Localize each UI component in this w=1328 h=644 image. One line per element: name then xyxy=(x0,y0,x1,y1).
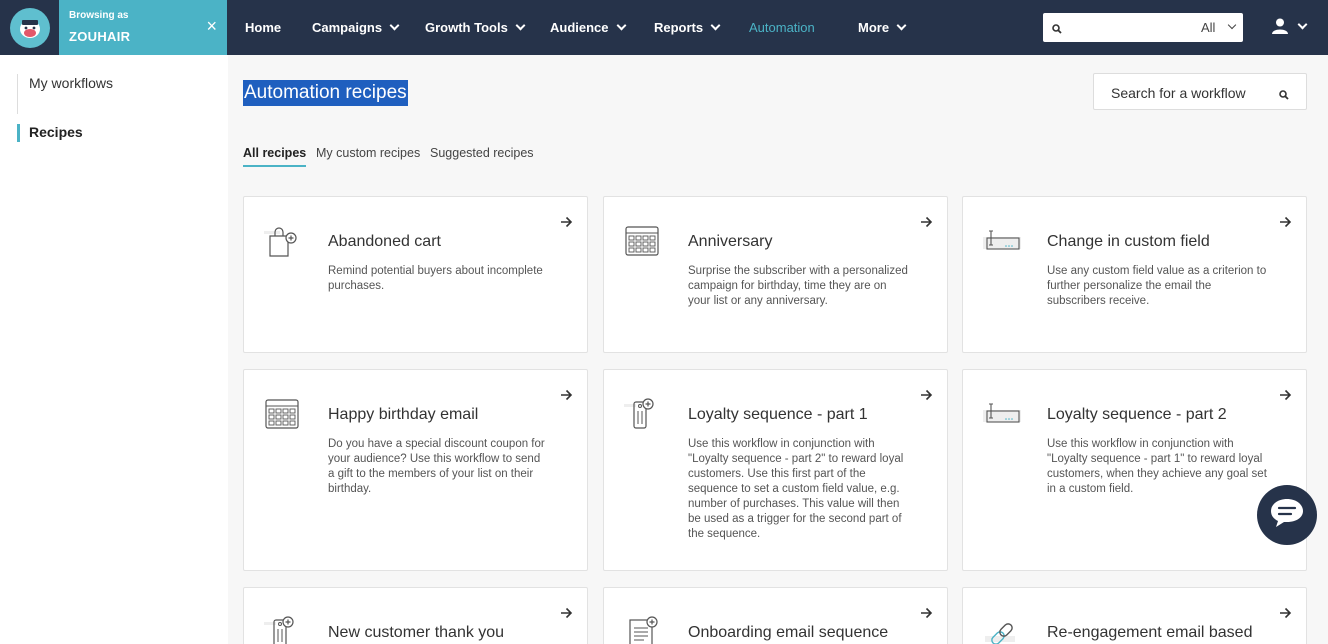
card-title: Change in custom field xyxy=(1047,233,1210,250)
card-title: Re-engagement email based xyxy=(1047,624,1253,641)
card-title: Abandoned cart xyxy=(328,233,441,250)
sidebar-item-label: Recipes xyxy=(29,124,83,140)
custom-field-icon xyxy=(983,223,1023,263)
recipe-card-happy-birthday-email[interactable]: Happy birthday email Do you have a speci… xyxy=(243,369,588,571)
mascot-icon xyxy=(9,7,50,48)
tag-icon xyxy=(264,614,304,644)
document-icon xyxy=(624,614,664,644)
sidebar-item-recipes[interactable]: Recipes xyxy=(17,124,83,142)
card-description: Use this workflow in conjunction with "L… xyxy=(1047,438,1267,495)
nav-campaigns[interactable]: Campaigns xyxy=(312,20,400,35)
card-description: Use any custom field value as a criterio… xyxy=(1047,265,1267,307)
search-scope-select[interactable]: All xyxy=(1201,20,1215,35)
global-search-input[interactable] xyxy=(1067,17,1187,37)
global-search: All xyxy=(1043,13,1243,42)
tag-icon xyxy=(624,396,664,436)
tab-suggested-recipes[interactable]: Suggested recipes xyxy=(430,146,534,167)
browsing-label: Browsing as xyxy=(69,10,129,21)
chevron-down-icon xyxy=(389,20,400,31)
card-description: Surprise the subscriber with a personali… xyxy=(688,265,908,307)
arrow-right-icon[interactable] xyxy=(920,388,933,406)
shopping-bag-icon xyxy=(264,223,304,263)
arrow-right-icon[interactable] xyxy=(1279,606,1292,624)
top-navigation-bar: Browsing as ZOUHAIR × Home Campaigns Gro… xyxy=(0,0,1328,55)
nav-reports[interactable]: Reports xyxy=(654,20,721,35)
chevron-down-icon xyxy=(896,20,907,31)
recipe-card-anniversary[interactable]: Anniversary Surprise the subscriber with… xyxy=(603,196,948,353)
nav-growth-tools[interactable]: Growth Tools xyxy=(425,20,526,35)
chat-widget-button[interactable] xyxy=(1257,485,1317,545)
arrow-right-icon[interactable] xyxy=(560,606,573,624)
custom-field-icon xyxy=(983,396,1023,436)
tab-my-custom-recipes[interactable]: My custom recipes xyxy=(316,146,420,167)
sidebar-item-label: My workflows xyxy=(29,75,114,91)
tab-all-recipes[interactable]: All recipes xyxy=(243,146,307,167)
user-icon[interactable] xyxy=(1271,17,1289,40)
arrow-right-icon[interactable] xyxy=(920,606,933,624)
chevron-down-icon xyxy=(616,20,626,31)
nav-audience[interactable]: Audience xyxy=(550,20,626,35)
nav-home[interactable]: Home xyxy=(245,20,281,35)
close-icon[interactable]: × xyxy=(206,17,217,35)
page-title: Automation recipes xyxy=(243,80,408,106)
browsing-as-banner: Browsing as ZOUHAIR × xyxy=(59,0,227,55)
card-title: Onboarding email sequence xyxy=(688,624,889,641)
chat-icon xyxy=(1269,497,1305,534)
card-description: Use this workflow in conjunction with "L… xyxy=(688,438,904,540)
card-description: Remind potential buyers about incomplete… xyxy=(328,265,543,292)
app-logo[interactable] xyxy=(0,0,59,55)
browsing-user: ZOUHAIR xyxy=(69,29,131,44)
chevron-down-icon xyxy=(515,20,526,31)
calendar-icon xyxy=(624,223,664,263)
arrow-right-icon[interactable] xyxy=(920,215,933,233)
card-title: Loyalty sequence - part 1 xyxy=(688,406,868,423)
arrow-right-icon[interactable] xyxy=(1279,215,1292,233)
recipe-card-new-customer-thank-you[interactable]: New customer thank you xyxy=(243,587,588,644)
recipe-card-re-engagement-email[interactable]: Re-engagement email based xyxy=(962,587,1307,644)
recipe-card-onboarding-email-sequence[interactable]: Onboarding email sequence xyxy=(603,587,948,644)
arrow-right-icon[interactable] xyxy=(560,388,573,406)
recipe-card-loyalty-sequence-part-1[interactable]: Loyalty sequence - part 1 Use this workf… xyxy=(603,369,948,571)
search-icon[interactable] xyxy=(1279,87,1289,105)
nav-automation[interactable]: Automation xyxy=(749,20,815,35)
card-title: New customer thank you xyxy=(328,624,505,641)
search-placeholder: Search for a workflow xyxy=(1111,85,1246,101)
sidebar-item-my-workflows[interactable]: My workflows xyxy=(17,74,113,114)
nav-more[interactable]: More xyxy=(858,20,907,35)
card-description: Do you have a special discount coupon fo… xyxy=(328,438,545,495)
card-title: Happy birthday email xyxy=(328,406,479,423)
recipe-card-abandoned-cart[interactable]: Abandoned cart Remind potential buyers a… xyxy=(243,196,588,353)
link-icon xyxy=(983,614,1023,644)
workflow-search-input[interactable]: Search for a workflow xyxy=(1093,73,1307,110)
chevron-down-icon[interactable] xyxy=(1227,20,1237,30)
arrow-right-icon[interactable] xyxy=(1279,388,1292,406)
sidebar: My workflows Recipes xyxy=(0,55,228,644)
search-icon xyxy=(1052,21,1062,39)
card-title: Loyalty sequence - part 2 xyxy=(1047,406,1227,423)
chevron-down-icon xyxy=(710,20,721,31)
arrow-right-icon[interactable] xyxy=(560,215,573,233)
calendar-icon xyxy=(264,396,304,436)
recipe-card-change-in-custom-field[interactable]: Change in custom field Use any custom fi… xyxy=(962,196,1307,353)
chevron-down-icon[interactable] xyxy=(1297,19,1308,30)
recipe-card-loyalty-sequence-part-2[interactable]: Loyalty sequence - part 2 Use this workf… xyxy=(962,369,1307,571)
card-title: Anniversary xyxy=(688,233,773,250)
